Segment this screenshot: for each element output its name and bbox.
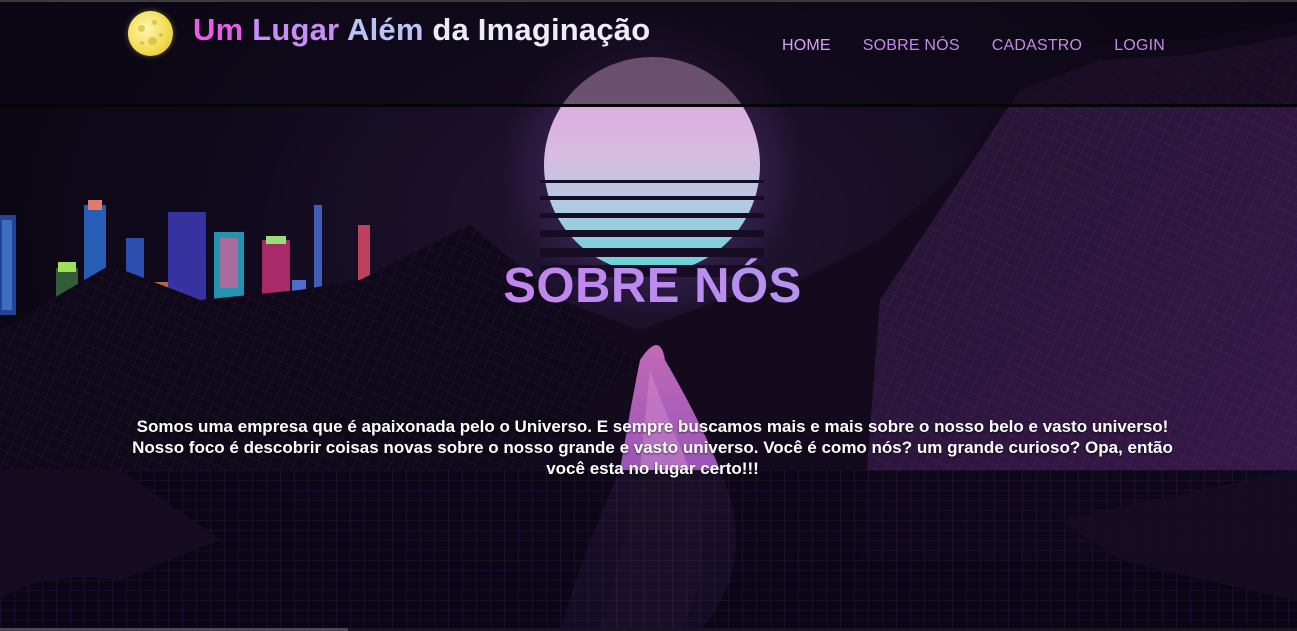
nav-home-link[interactable]: HOME [782, 37, 831, 55]
page-title: SOBRE NÓS [0, 258, 1297, 314]
nav-cadastro-link[interactable]: CADASTRO [992, 37, 1083, 55]
page: Um Lugar Além da Imaginação HOME SOBRE N… [0, 0, 1297, 631]
site-title-word-2: Lugar [252, 12, 340, 47]
site-title-word-3: Além [346, 12, 424, 47]
moon-icon[interactable] [128, 11, 173, 56]
site-title-word-1: Um [193, 12, 244, 47]
site-header: Um Lugar Além da Imaginação HOME SOBRE N… [0, 0, 1297, 107]
nav-sobre-nos-link[interactable]: SOBRE NÓS [863, 37, 960, 55]
about-paragraph: Somos uma empresa que é apaixonada pelo … [132, 417, 1173, 478]
site-title[interactable]: Um Lugar Além da Imaginação [193, 12, 650, 48]
site-title-word-4: da Imaginação [432, 12, 651, 47]
main-nav: HOME SOBRE NÓS CADASTRO LOGIN [782, 37, 1165, 55]
nav-login-link[interactable]: LOGIN [1114, 37, 1165, 55]
